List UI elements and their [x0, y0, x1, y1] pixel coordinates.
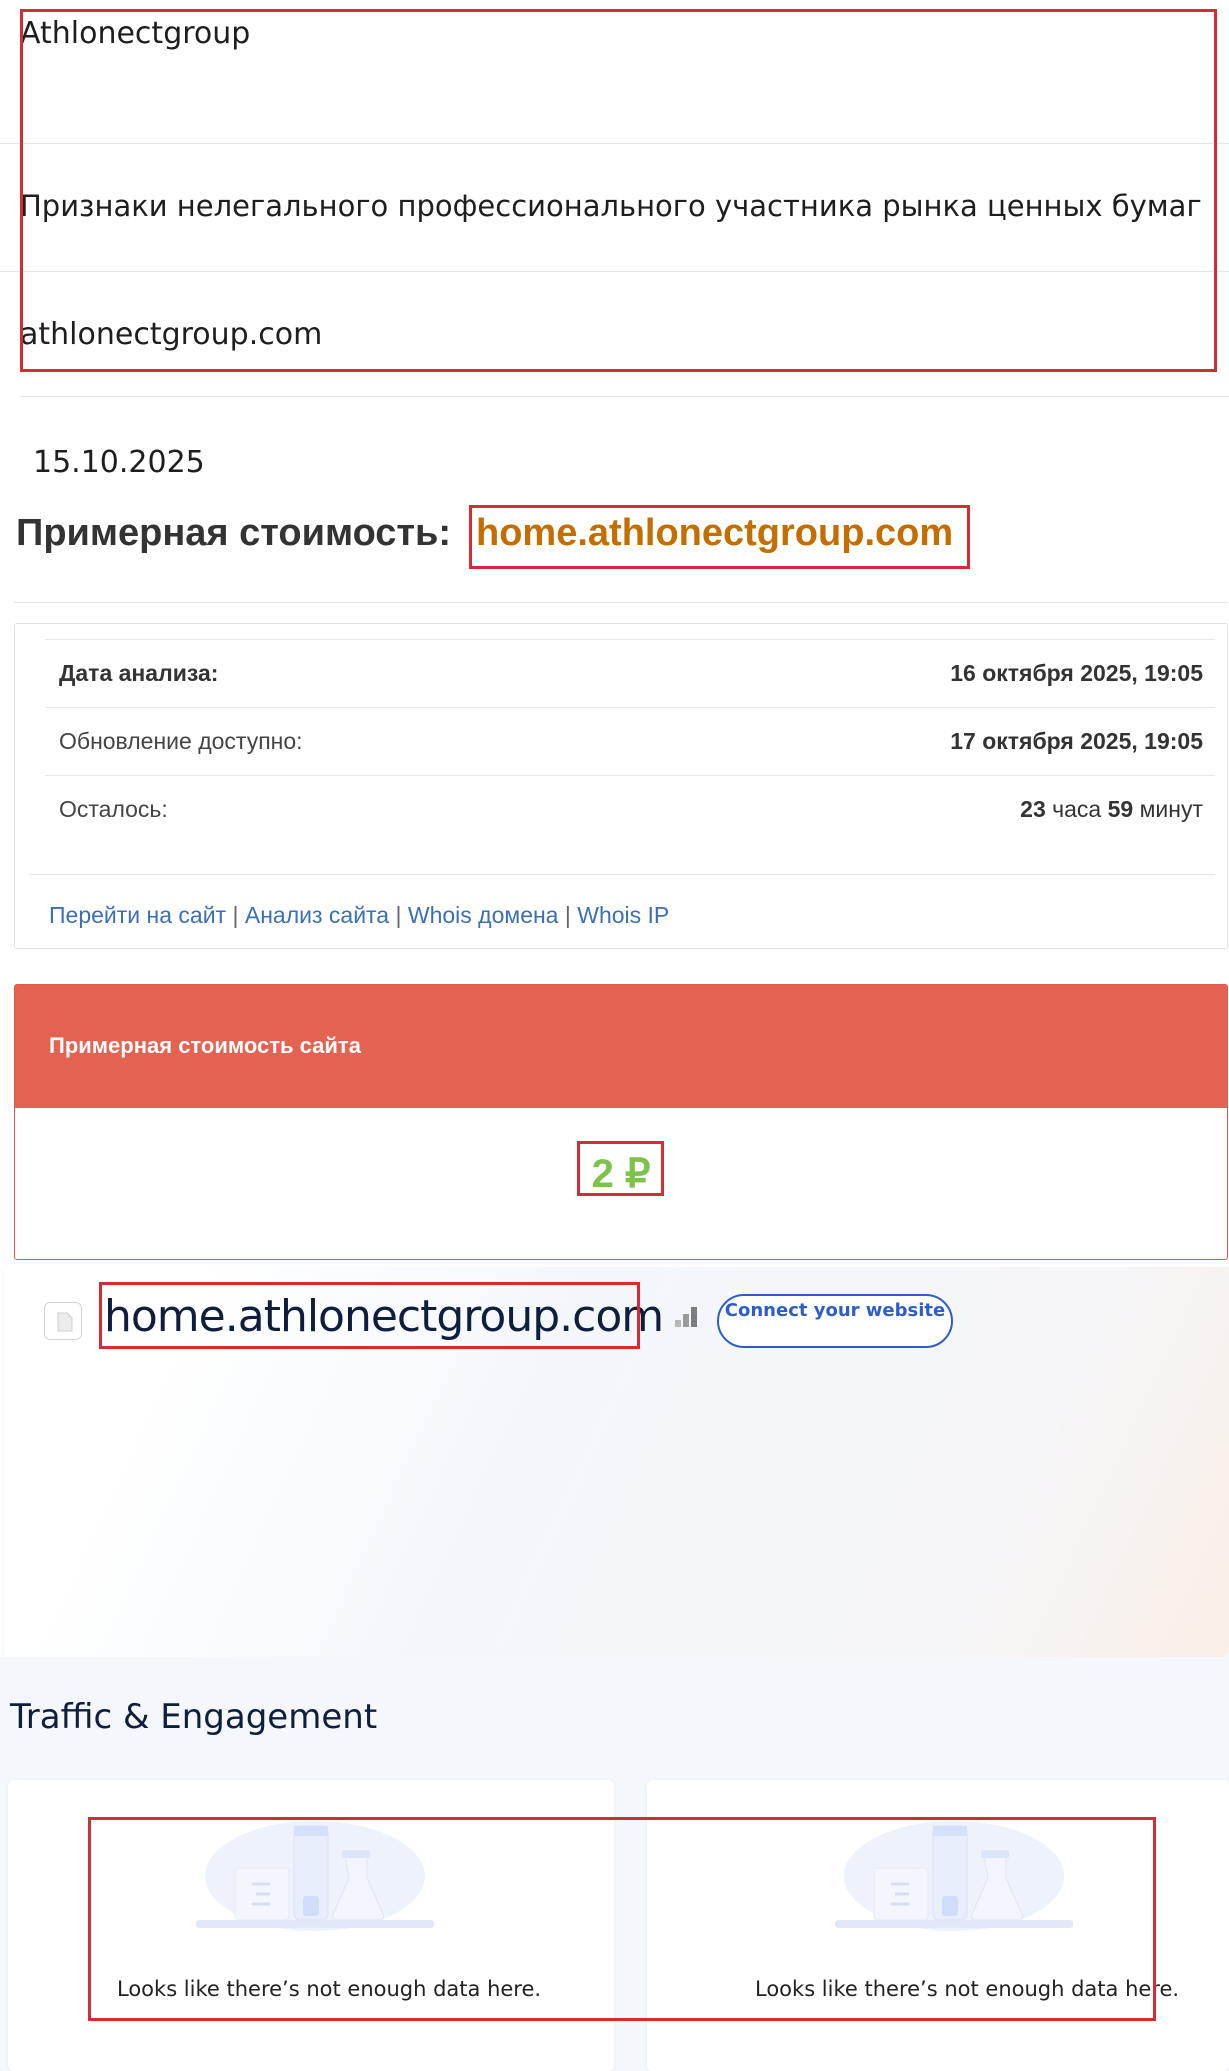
link-separator: |	[564, 902, 571, 928]
whois-domain-link[interactable]: Whois домена	[408, 902, 559, 928]
divider	[14, 602, 1228, 603]
remaining-hours: 23	[1020, 796, 1046, 822]
remaining-value: 23 часа 59 минут	[1020, 796, 1203, 823]
whois-ip-link[interactable]: Whois IP	[577, 902, 669, 928]
remaining-minutes-unit: минут	[1139, 796, 1203, 822]
highlight-box	[99, 1282, 640, 1349]
link-separator: |	[232, 902, 239, 928]
remaining-hours-unit: часа	[1052, 796, 1102, 822]
traffic-engagement-title: Traffic & Engagement	[10, 1697, 378, 1737]
page-title-prefix: Примерная стоимость:	[16, 512, 452, 554]
highlight-box	[469, 505, 970, 569]
site-value-header: Примерная стоимость сайта	[15, 985, 1227, 1108]
connect-website-button[interactable]: Connect your website	[717, 1294, 953, 1348]
analysis-date-label: Дата анализа:	[59, 660, 219, 686]
highlight-box	[20, 9, 1217, 372]
remaining-label: Осталось:	[59, 796, 168, 822]
site-rank-icon	[674, 1304, 700, 1328]
go-to-site-link[interactable]: Перейти на сайт	[49, 902, 226, 928]
site-value-title: Примерная стоимость сайта	[49, 1033, 361, 1058]
analysis-date-row: Дата анализа: 16 октября 2025, 19:05	[45, 639, 1215, 706]
analysis-date-value: 16 октября 2025, 19:05	[950, 660, 1203, 686]
update-available-row: Обновление доступно: 17 октября 2025, 19…	[45, 707, 1215, 774]
site-favicon-icon	[44, 1302, 82, 1340]
update-available-label: Обновление доступно:	[59, 728, 303, 754]
remaining-row: Осталось: 23 часа 59 минут	[45, 775, 1215, 842]
date-label: 15.10.2025	[33, 445, 205, 480]
site-links: Перейти на сайт | Анализ сайта | Whois д…	[49, 902, 669, 929]
divider	[20, 396, 1229, 397]
site-analysis-link[interactable]: Анализ сайта	[245, 902, 389, 928]
highlight-box	[577, 1141, 664, 1196]
divider	[29, 874, 1215, 875]
update-available-value: 17 октября 2025, 19:05	[950, 728, 1203, 754]
link-separator: |	[395, 902, 402, 928]
highlight-box	[88, 1817, 1156, 2021]
site-value-card: Примерная стоимость сайта 2 ₽	[14, 984, 1228, 1260]
remaining-minutes: 59	[1107, 796, 1134, 822]
page-title: Примерная стоимость:	[16, 512, 451, 555]
analysis-card: Дата анализа: 16 октября 2025, 19:05 Обн…	[14, 623, 1228, 949]
